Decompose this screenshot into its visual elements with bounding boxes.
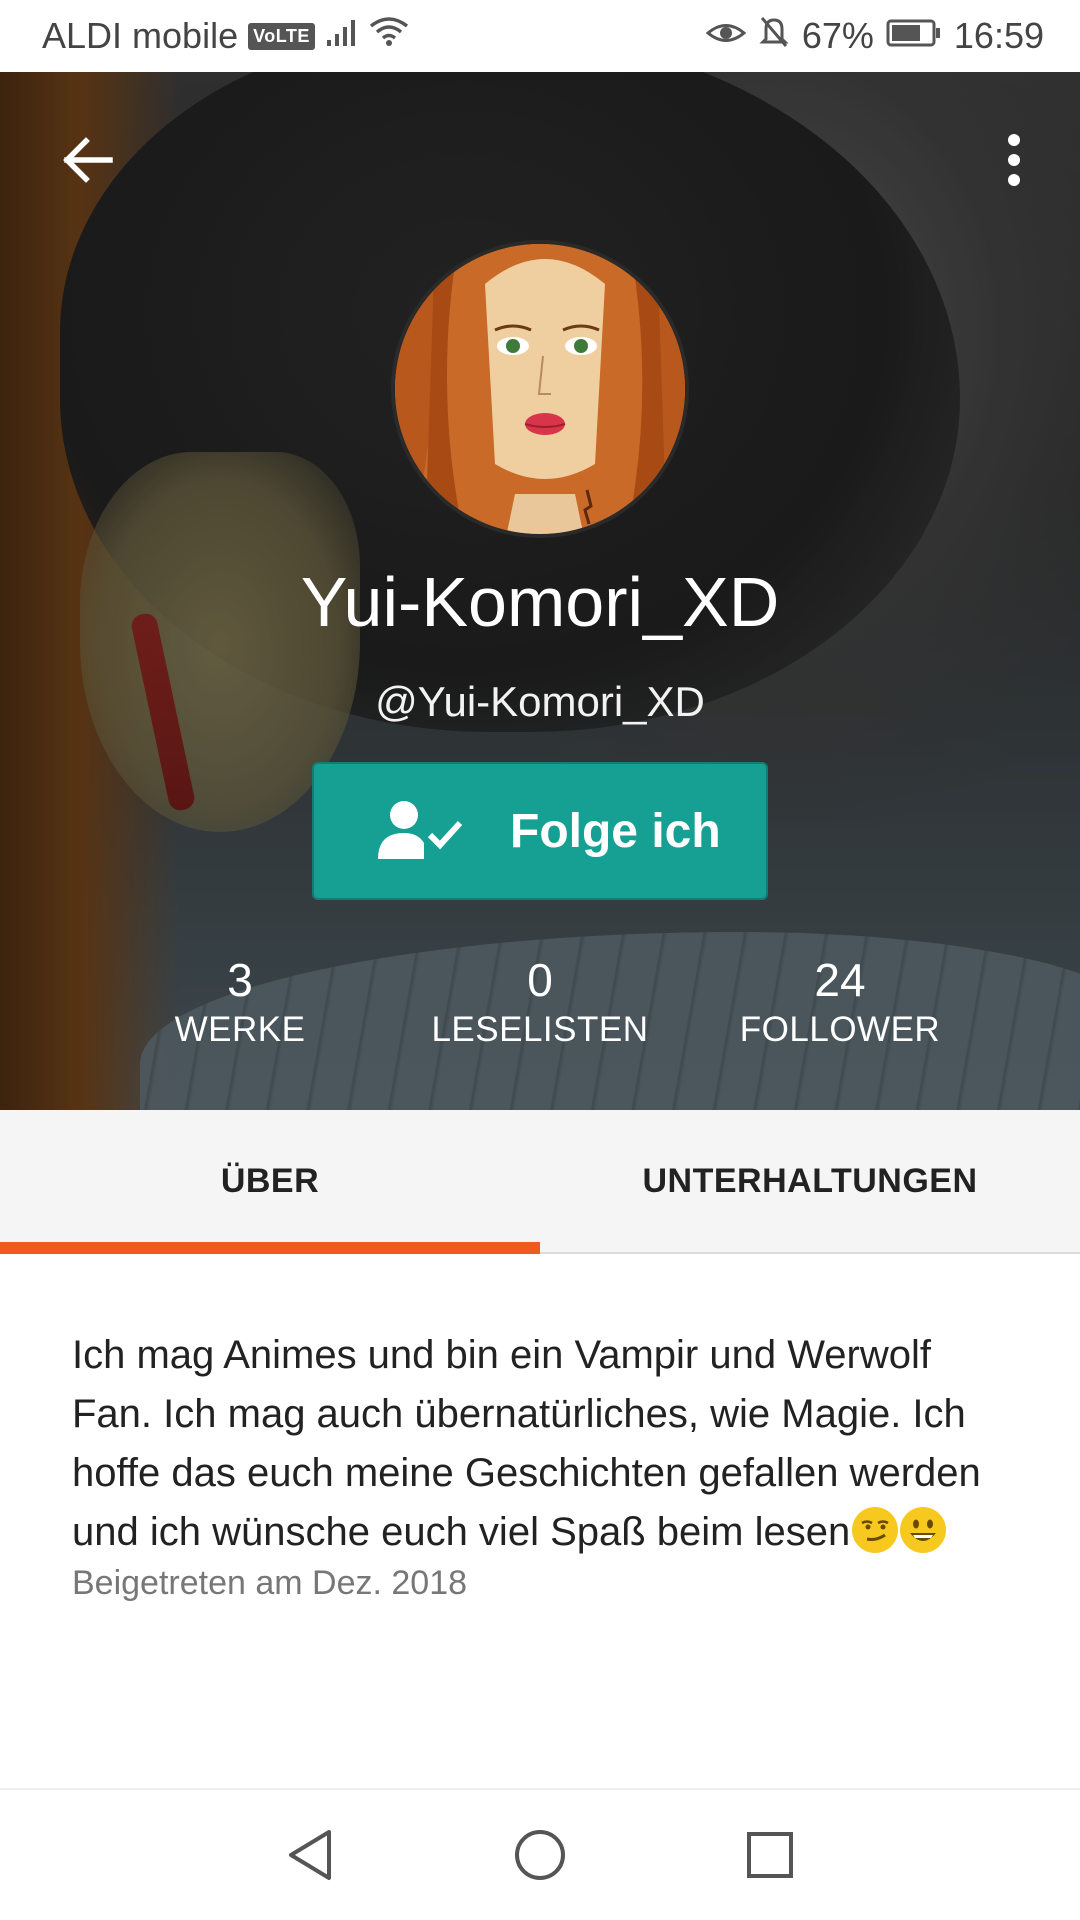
stat-works-value: 3 <box>227 954 253 1006</box>
stat-followers-label: FOLLOWER <box>739 1010 941 1049</box>
volte-badge: VoLTE <box>248 22 315 50</box>
stat-reading-lists[interactable]: 0 LESELISTEN <box>420 952 660 1052</box>
signal-icon <box>325 15 359 57</box>
nav-home-icon <box>515 1830 565 1880</box>
stat-reading-lists-value: 0 <box>527 954 553 1006</box>
more-options-button[interactable] <box>978 124 1050 196</box>
nav-home-button[interactable] <box>510 1825 570 1885</box>
about-text: Ich mag Animes und bin ein Vampir und We… <box>72 1333 981 1554</box>
system-nav-bar <box>0 1788 1080 1920</box>
smirk-emoji-icon <box>852 1507 899 1553</box>
profile-stats: 3 WERKE 0 LESELISTEN 24 FOLLOWER <box>0 952 1080 1082</box>
stat-followers[interactable]: 24 FOLLOWER <box>720 952 960 1052</box>
bell-off-icon <box>758 15 790 58</box>
follow-button[interactable]: Folge ich <box>312 762 768 900</box>
tab-conversations-label: UNTERHALTUNGEN <box>642 1161 978 1200</box>
joined-date: Beigetreten am Dez. 2018 <box>72 1564 468 1602</box>
battery-icon <box>886 15 942 57</box>
display-name: Yui-Komori_XD <box>300 563 780 641</box>
person-check-icon <box>378 801 463 859</box>
tab-about-label: ÜBER <box>220 1161 320 1200</box>
carrier-name: ALDI mobile <box>42 15 239 56</box>
stat-works[interactable]: 3 WERKE <box>120 952 360 1052</box>
stat-works-label: WERKE <box>174 1010 306 1049</box>
battery-percent: 67% <box>801 15 874 56</box>
nav-back-icon <box>289 1830 331 1880</box>
stat-followers-value: 24 <box>814 954 866 1006</box>
active-tab-indicator <box>0 1242 540 1254</box>
stat-reading-lists-label: LESELISTEN <box>431 1010 649 1049</box>
status-right: 67% 16:59 <box>705 15 1044 58</box>
avatar[interactable] <box>391 240 689 538</box>
eye-comfort-icon <box>705 15 747 57</box>
follow-button-label: Folge ich <box>510 804 721 858</box>
status-bar: ALDI mobile VoLTE 67% 16:59 <box>0 0 1080 72</box>
clock: 16:59 <box>953 15 1044 56</box>
grin-emoji-icon <box>900 1507 947 1553</box>
username: @Yui-Komori_XD <box>375 678 705 725</box>
status-left: ALDI mobile VoLTE <box>42 15 706 57</box>
tab-conversations[interactable]: UNTERHALTUNGEN <box>540 1110 1080 1252</box>
about-section: Ich mag Animes und bin ein Vampir und We… <box>72 1326 1012 1603</box>
back-button[interactable] <box>52 124 124 196</box>
wifi-icon <box>369 15 409 57</box>
more-vertical-icon <box>1008 134 1020 186</box>
about-text-block: Ich mag Animes und bin ein Vampir und We… <box>72 1326 1012 1562</box>
profile-header: Yui-Komori_XD @Yui-Komori_XD Folge ich 3… <box>0 72 1080 1110</box>
nav-back-button[interactable] <box>280 1825 340 1885</box>
nav-recents-button[interactable] <box>740 1825 800 1885</box>
profile-tabs: ÜBER UNTERHALTUNGEN <box>0 1110 1080 1254</box>
nav-recents-icon <box>747 1832 793 1878</box>
arrow-left-icon <box>63 137 113 183</box>
tab-about[interactable]: ÜBER <box>0 1110 540 1252</box>
